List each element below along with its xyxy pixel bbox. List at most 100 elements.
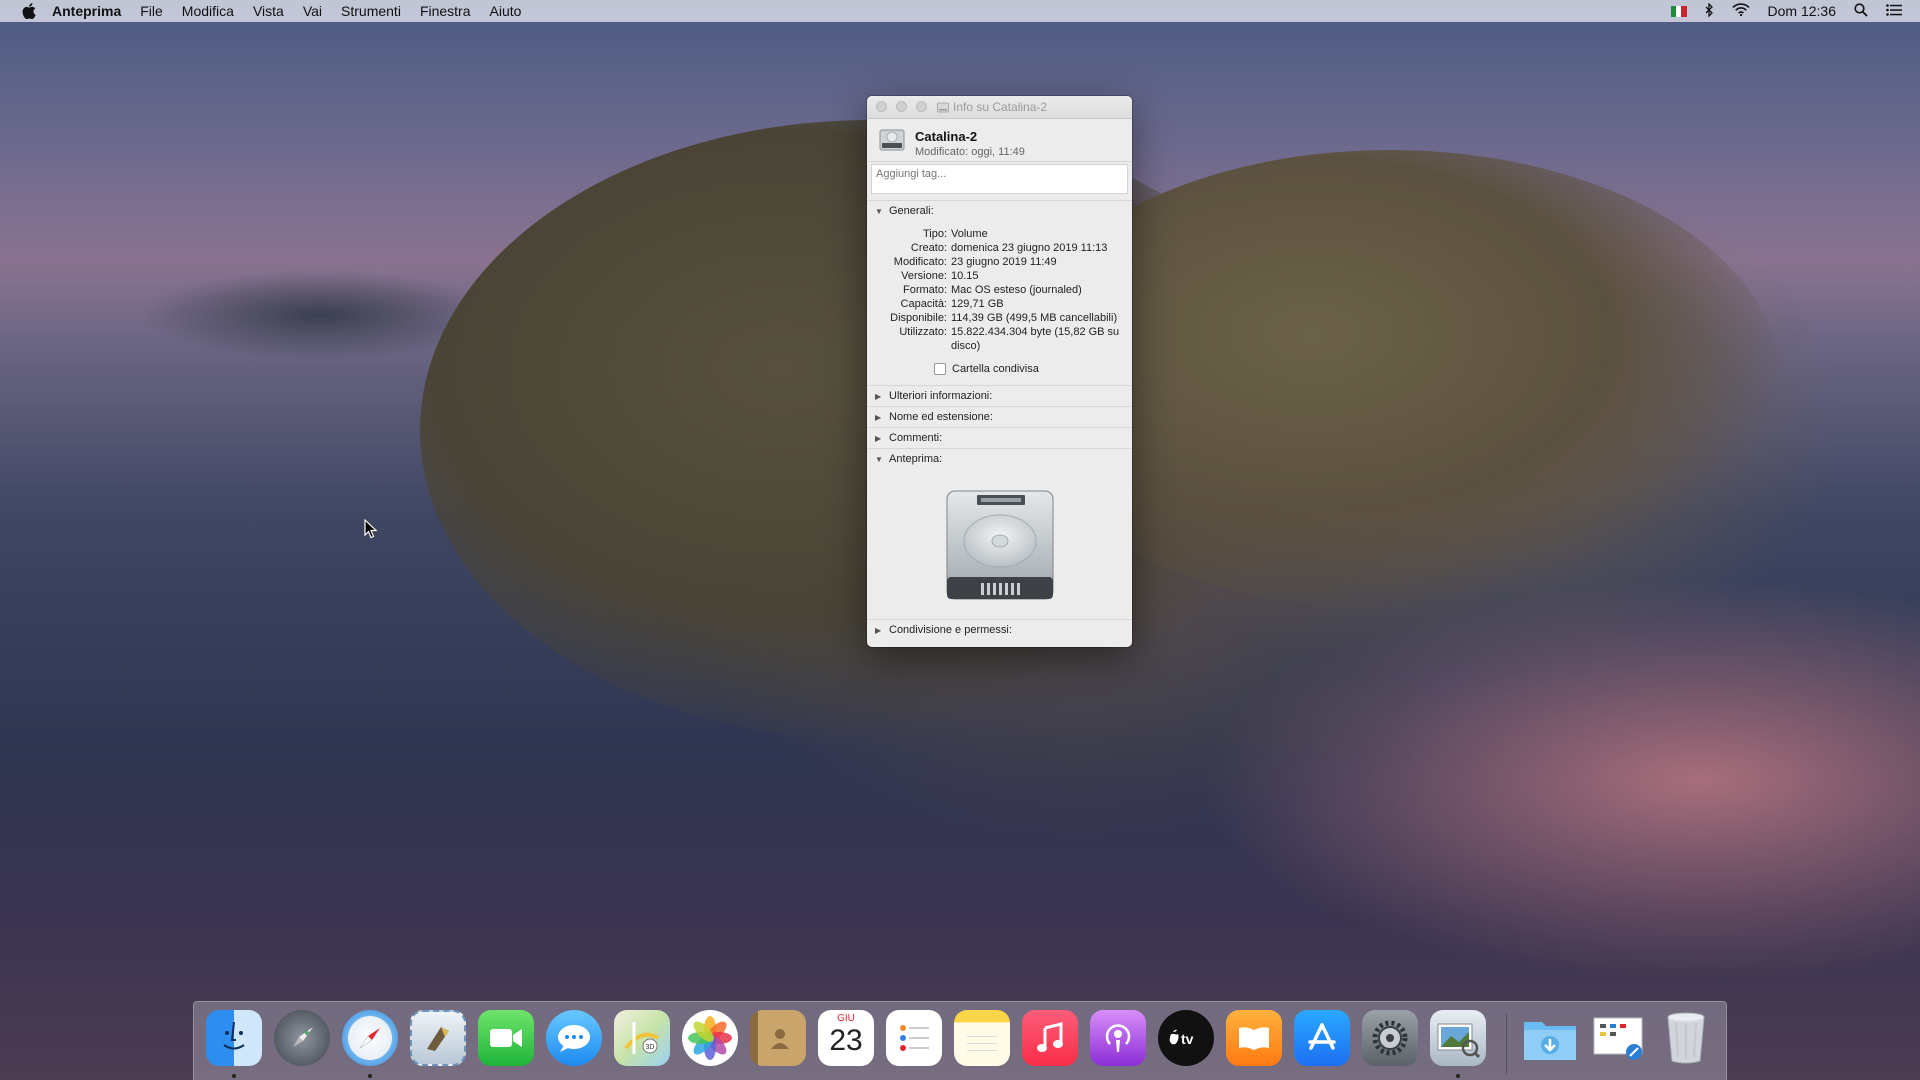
- reminders-icon[interactable]: [886, 1010, 942, 1066]
- section-preview[interactable]: ▼ Anteprima:: [867, 448, 1132, 469]
- notification-center-icon[interactable]: [1886, 3, 1902, 19]
- detail-key: Tipo:: [922, 228, 947, 240]
- section-more-info-label: Ulteriori informazioni:: [889, 390, 993, 402]
- bluetooth-icon[interactable]: [1705, 1, 1714, 20]
- spotlight-search-icon[interactable]: [1854, 2, 1868, 20]
- notes-icon[interactable]: [954, 1010, 1010, 1066]
- trash-icon[interactable]: [1658, 1010, 1714, 1066]
- disclosure-open-icon[interactable]: ▼: [875, 455, 885, 464]
- detail-row-modified: Modificato: 23 giugno 2019 11:49: [867, 255, 1132, 269]
- section-comments[interactable]: ▶ Commenti:: [867, 427, 1132, 448]
- detail-value: 129,71 GB: [951, 298, 1004, 310]
- menu-view[interactable]: Vista: [253, 3, 284, 19]
- finder-icon[interactable]: [206, 1010, 262, 1066]
- menu-help[interactable]: Aiuto: [490, 3, 522, 19]
- apple-menu-icon[interactable]: [20, 3, 38, 19]
- downloads-folder-icon[interactable]: [1522, 1010, 1578, 1066]
- section-sharing-permissions[interactable]: ▶ Condivisione e permessi:: [867, 619, 1132, 640]
- detail-row-version: Versione: 10.15: [867, 269, 1132, 283]
- running-indicator: [368, 1074, 372, 1078]
- detail-key: Creato:: [910, 242, 947, 254]
- detail-value: 114,39 GB (499,5 MB cancellabili): [951, 312, 1118, 324]
- messages-icon[interactable]: [546, 1010, 602, 1066]
- menu-edit[interactable]: Modifica: [182, 3, 234, 19]
- wifi-icon[interactable]: [1731, 3, 1750, 19]
- info-window: Info su Catalina-2 Catalina-2 Modificato…: [867, 96, 1132, 647]
- mail-icon[interactable]: [410, 1010, 466, 1066]
- launchpad-icon[interactable]: [274, 1010, 330, 1066]
- detail-key: Utilizzato:: [899, 326, 947, 338]
- detail-row-available: Disponibile: 114,39 GB (499,5 MB cancella…: [867, 311, 1132, 325]
- section-general[interactable]: ▼ Generali:: [867, 200, 1132, 221]
- facetime-icon[interactable]: [478, 1010, 534, 1066]
- menu-go[interactable]: Vai: [303, 3, 322, 19]
- svg-text:tv: tv: [1181, 1031, 1194, 1047]
- music-icon[interactable]: [1022, 1010, 1078, 1066]
- menu-app-name[interactable]: Anteprima: [52, 3, 121, 19]
- svg-text:3D: 3D: [646, 1044, 655, 1051]
- system-preferences-icon[interactable]: [1362, 1010, 1418, 1066]
- app-store-icon[interactable]: [1294, 1010, 1350, 1066]
- detail-value: 23 giugno 2019 11:49: [951, 256, 1057, 268]
- preview-area: [867, 469, 1132, 619]
- disclosure-open-icon[interactable]: ▼: [875, 207, 885, 216]
- detail-row-format: Formato: Mac OS esteso (journaled): [867, 283, 1132, 297]
- section-preview-label: Anteprima:: [889, 453, 943, 465]
- detail-key: Modificato:: [893, 256, 947, 268]
- tv-icon[interactable]: tv: [1158, 1010, 1214, 1066]
- detail-key: Disponibile:: [890, 312, 947, 324]
- detail-row-type: Tipo: Volume: [867, 227, 1132, 241]
- disclosure-closed-icon[interactable]: ▶: [875, 434, 885, 443]
- detail-key: Formato:: [902, 284, 947, 296]
- dock-separator: [1506, 1014, 1507, 1074]
- section-name-extension[interactable]: ▶ Nome ed estensione:: [867, 406, 1132, 427]
- section-general-label: Generali:: [889, 205, 934, 217]
- menu-window[interactable]: Finestra: [420, 3, 471, 19]
- detail-row-created: Creato: domenica 23 giugno 2019 11:13: [867, 241, 1132, 255]
- detail-key: Versione:: [901, 270, 947, 282]
- books-icon[interactable]: [1226, 1010, 1282, 1066]
- section-more-info[interactable]: ▶ Ulteriori informazioni:: [867, 385, 1132, 406]
- maps-icon[interactable]: 3D: [614, 1010, 670, 1066]
- window-titlebar[interactable]: Info su Catalina-2: [867, 96, 1132, 119]
- tags-input[interactable]: [874, 167, 1118, 181]
- shared-folder-option: Cartella condivisa: [934, 363, 1132, 375]
- running-indicator: [1456, 1074, 1460, 1078]
- photos-icon[interactable]: [682, 1010, 738, 1066]
- shared-folder-checkbox[interactable]: [934, 363, 946, 375]
- general-details: Tipo: Volume Creato: domenica 23 giugno 20…: [867, 221, 1132, 385]
- close-button[interactable]: [876, 101, 887, 112]
- safari-icon[interactable]: [342, 1010, 398, 1066]
- detail-row-used: Utilizzato: 15.822.434.304 byte (15,82 GB…: [867, 325, 1132, 353]
- running-indicator: [232, 1074, 236, 1078]
- item-name: Catalina-2: [915, 129, 978, 144]
- disclosure-closed-icon[interactable]: ▶: [875, 413, 885, 422]
- podcasts-icon[interactable]: [1090, 1010, 1146, 1066]
- detail-value: Volume: [951, 228, 988, 240]
- detail-value: domenica 23 giugno 2019 11:13: [951, 242, 1108, 254]
- hard-disk-preview-icon: [946, 490, 1053, 600]
- menu-tools[interactable]: Strumenti: [341, 3, 401, 19]
- input-source-flag-icon[interactable]: [1670, 5, 1687, 17]
- contacts-icon[interactable]: [750, 1010, 806, 1066]
- section-comments-label: Commenti:: [889, 432, 943, 444]
- window-title: Info su Catalina-2: [937, 100, 1047, 114]
- section-name-extension-label: Nome ed estensione:: [889, 411, 993, 423]
- menu-file[interactable]: File: [140, 3, 163, 19]
- disclosure-closed-icon[interactable]: ▶: [875, 626, 885, 635]
- preview-icon[interactable]: [1430, 1010, 1486, 1066]
- dock: 3D GIU 23 tv: [193, 1001, 1727, 1080]
- mouse-pointer-icon: [364, 519, 378, 539]
- screenshot-icon[interactable]: [1590, 1010, 1646, 1066]
- calendar-day: 23: [829, 1024, 863, 1057]
- minimize-button[interactable]: [896, 101, 907, 112]
- calendar-icon[interactable]: GIU 23: [818, 1010, 874, 1066]
- tags-field-wrapper: [871, 164, 1128, 194]
- detail-row-capacity: Capacità: 129,71 GB: [867, 297, 1132, 311]
- item-modified: Modificato: oggi, 11:49: [915, 146, 1025, 158]
- clock[interactable]: Dom 12:36: [1768, 3, 1836, 19]
- menu-bar: Anteprima File Modifica Vista Vai Strume…: [0, 0, 1920, 22]
- zoom-button[interactable]: [916, 101, 927, 112]
- disclosure-closed-icon[interactable]: ▶: [875, 392, 885, 401]
- disk-title-icon: [937, 102, 949, 112]
